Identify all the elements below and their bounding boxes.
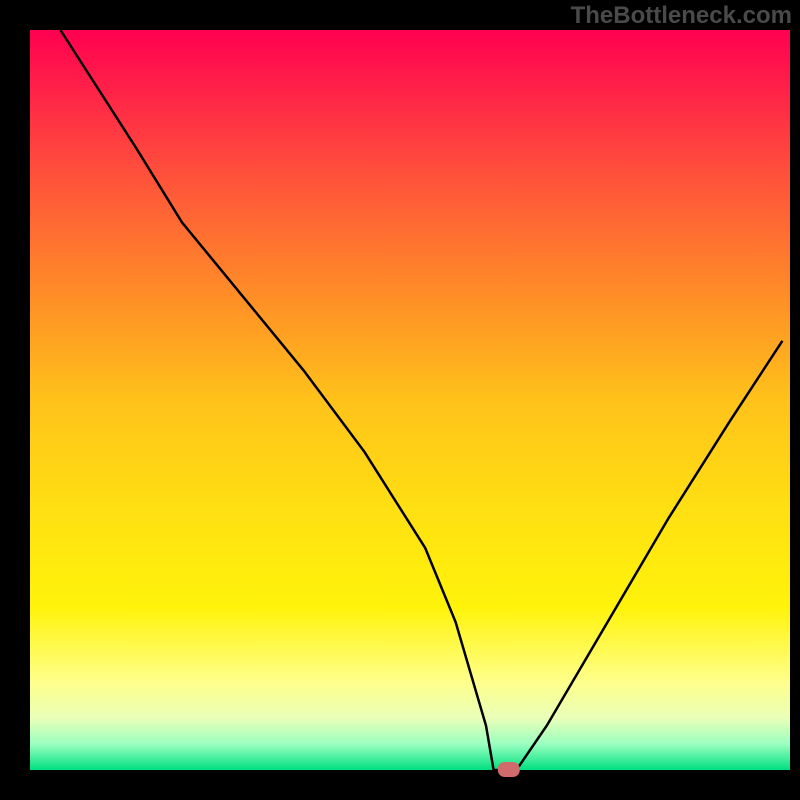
plot-background (30, 30, 790, 770)
optimum-marker (498, 762, 520, 777)
watermark-text: TheBottleneck.com (571, 2, 792, 30)
bottleneck-chart (0, 0, 800, 800)
chart-root: TheBottleneck.com (0, 0, 800, 800)
